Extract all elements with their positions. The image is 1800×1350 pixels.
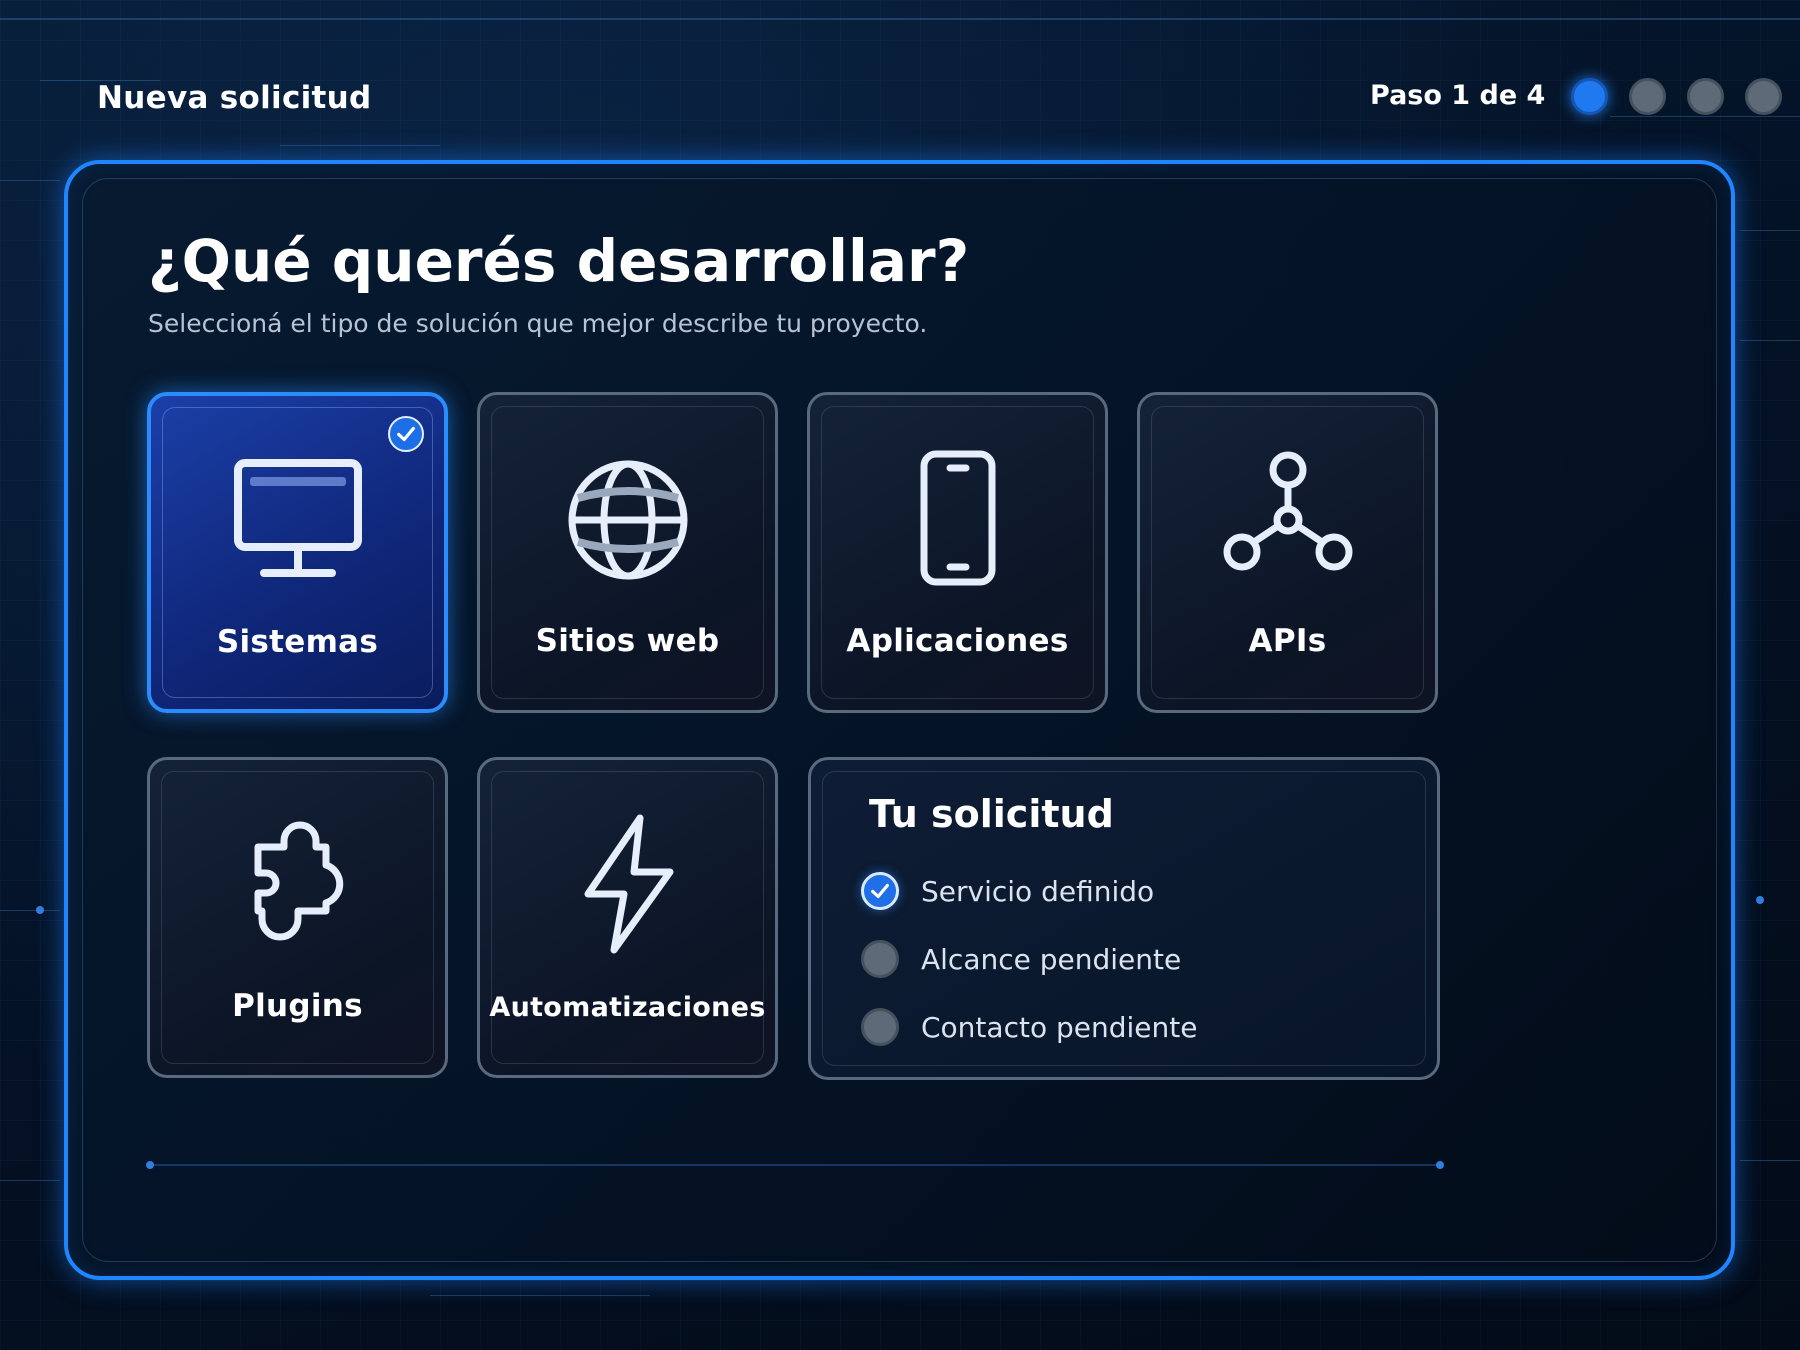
option-card-aplicaciones[interactable]: Aplicaciones [807,392,1108,713]
option-label: Sitios web [535,623,720,659]
step-dot-2 [1629,78,1666,115]
question-heading: ¿Qué querés desarrollar? [148,227,970,295]
decor-divider [146,1161,1444,1169]
decor-dot [146,1161,154,1169]
step-indicator [1571,78,1782,115]
decor-line [0,18,1800,20]
option-card-apis[interactable]: APIs [1137,392,1438,713]
decor-dot [1756,896,1764,904]
decor-line [0,1180,60,1181]
monitor-icon [223,446,373,596]
summary-item-contact: Contacto pendiente [861,1008,1197,1046]
decor-line [1740,340,1800,341]
decor-line [1740,230,1800,231]
decor-line [280,145,440,146]
option-label: Plugins [232,988,363,1024]
option-card-automatizaciones[interactable]: Automatizaciones [477,757,778,1078]
globe-icon [553,445,703,595]
option-label: Automatizaciones [489,992,766,1023]
step-dot-4 [1745,78,1782,115]
summary-item-label: Contacto pendiente [921,1010,1198,1044]
request-summary-card: Tu solicitud Servicio definido Alcance p… [808,757,1440,1080]
question-subtitle: Seleccioná el tipo de solución que mejor… [148,309,928,338]
decor-line [1610,116,1800,117]
summary-item-label: Alcance pendiente [921,942,1182,976]
summary-title: Tu solicitud [869,792,1114,836]
check-icon [861,872,899,910]
decor-line [430,1295,650,1296]
pending-circle-icon [861,940,899,978]
page-title: Nueva solicitud [97,80,372,116]
summary-item-scope: Alcance pendiente [861,940,1181,978]
pending-circle-icon [861,1008,899,1046]
api-nodes-icon [1213,445,1363,595]
step-dot-3 [1687,78,1724,115]
step-indicator-label: Paso 1 de 4 [1370,80,1546,111]
check-icon [388,416,424,452]
decor-line [0,910,60,911]
puzzle-icon [223,810,373,960]
panel-inner-frame [82,178,1717,1262]
summary-item-label: Servicio definido [921,874,1155,908]
decor-dot [1436,1161,1444,1169]
option-card-sitios-web[interactable]: Sitios web [477,392,778,713]
option-label: APIs [1248,623,1327,659]
step-dot-1 [1571,78,1608,115]
summary-item-service: Servicio definido [861,872,1154,910]
decor-line [1740,1160,1800,1161]
option-label: Aplicaciones [846,623,1069,659]
option-card-plugins[interactable]: Plugins [147,757,448,1078]
option-card-sistemas[interactable]: Sistemas [147,392,448,713]
decor-dot [36,906,44,914]
decor-line [0,180,60,181]
main-panel: ¿Qué querés desarrollar? Seleccioná el t… [64,160,1735,1280]
option-label: Sistemas [216,624,379,660]
app-root: Nueva solicitud Paso 1 de 4 ¿Qué querés … [0,0,1800,1350]
lightning-icon [553,810,703,960]
smartphone-icon [883,445,1033,595]
